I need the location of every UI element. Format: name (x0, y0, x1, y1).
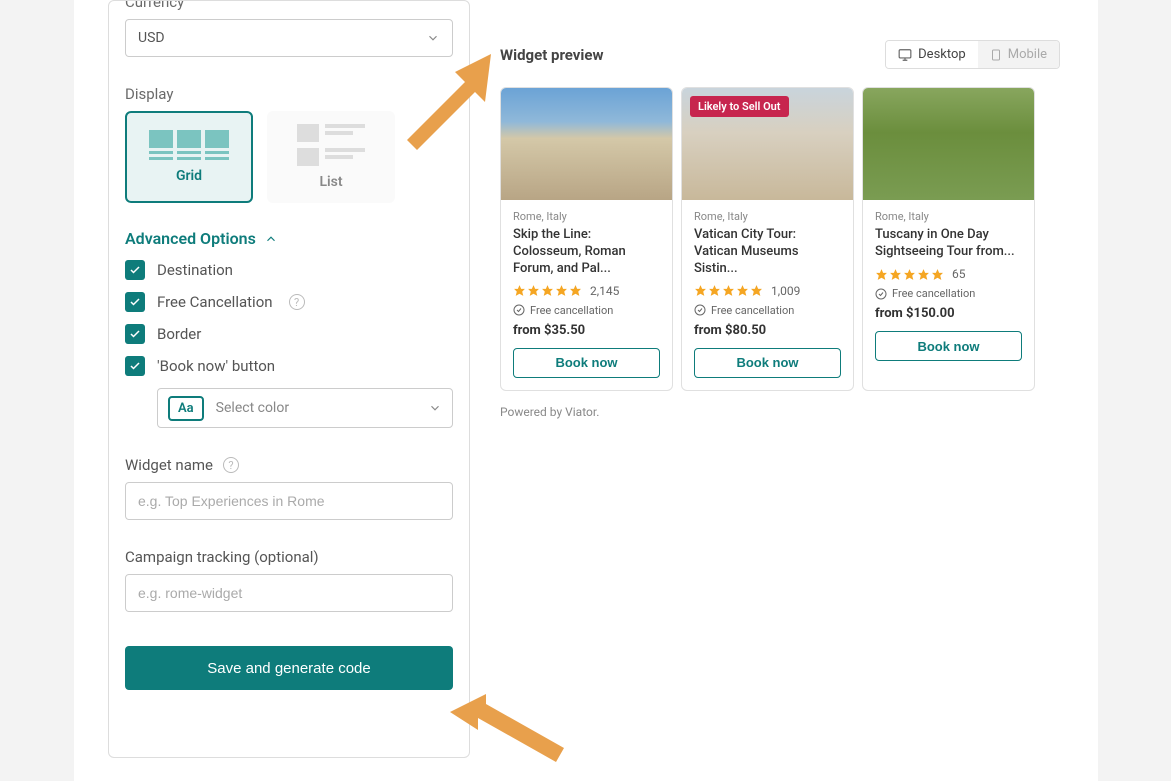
free-cancellation-tag: Free cancellation (513, 304, 660, 317)
review-count: 65 (952, 267, 966, 281)
product-title: Vatican City Tour: Vatican Museums Sisti… (694, 227, 841, 278)
display-option-list[interactable]: List (267, 111, 395, 203)
campaign-tracking-input[interactable] (125, 574, 453, 612)
product-price: from $150.00 (875, 306, 1022, 321)
advanced-options-title: Advanced Options (125, 229, 256, 248)
destination-label: Destination (157, 261, 233, 279)
currency-value: USD (138, 30, 165, 46)
powered-by: Powered by Viator. (500, 405, 1060, 419)
campaign-tracking-label: Campaign tracking (optional) (125, 548, 319, 566)
widget-name-label: Widget name (125, 456, 213, 474)
product-image (501, 88, 672, 200)
product-location: Rome, Italy (513, 210, 660, 223)
display-grid-label: Grid (176, 168, 202, 184)
grid-layout-icon (149, 130, 229, 160)
product-card: Rome, Italy Skip the Line: Colosseum, Ro… (500, 87, 673, 391)
free-cancellation-checkbox[interactable] (125, 292, 145, 312)
preview-cards: Rome, Italy Skip the Line: Colosseum, Ro… (500, 87, 1060, 391)
check-circle-icon (875, 288, 887, 300)
book-now-button[interactable]: Book now (513, 348, 660, 378)
chevron-up-icon (264, 232, 278, 246)
mobile-label: Mobile (1008, 47, 1047, 62)
chevron-down-icon (428, 401, 442, 415)
product-card: Rome, Italy Tuscany in One Day Sightseei… (862, 87, 1035, 391)
free-cancellation-tag: Free cancellation (875, 287, 1022, 300)
book-now-label: 'Book now' button (157, 357, 275, 375)
star-rating (513, 284, 582, 297)
list-layout-icon (297, 124, 365, 166)
help-icon[interactable]: ? (289, 294, 305, 310)
product-title: Tuscany in One Day Sightseeing Tour from… (875, 227, 1022, 261)
mobile-icon (990, 49, 1002, 61)
widget-name-input[interactable] (125, 482, 453, 520)
sell-out-badge: Likely to Sell Out (690, 96, 789, 117)
save-generate-button[interactable]: Save and generate code (125, 646, 453, 690)
star-rating (875, 268, 944, 281)
display-list-label: List (319, 174, 342, 190)
desktop-toggle[interactable]: Desktop (886, 41, 978, 68)
color-placeholder: Select color (216, 400, 289, 416)
book-now-button[interactable]: Book now (875, 331, 1022, 361)
display-options: Grid List (125, 111, 453, 203)
check-circle-icon (513, 304, 525, 316)
display-label: Display (125, 85, 453, 103)
preview-title: Widget preview (500, 46, 604, 64)
free-cancellation-label: Free Cancellation (157, 293, 273, 311)
product-price: from $35.50 (513, 323, 660, 338)
config-sidebar: Currency USD Display Grid List (108, 0, 470, 758)
product-card: Likely to Sell Out Rome, Italy Vatican C… (681, 87, 854, 391)
product-price: from $80.50 (694, 323, 841, 338)
product-title: Skip the Line: Colosseum, Roman Forum, a… (513, 227, 660, 278)
review-count: 2,145 (590, 284, 619, 298)
destination-checkbox[interactable] (125, 260, 145, 280)
preview-device-toggle: Desktop Mobile (885, 40, 1060, 69)
review-count: 1,009 (771, 284, 800, 298)
border-label: Border (157, 325, 201, 343)
chevron-down-icon (426, 31, 440, 45)
star-rating (694, 284, 763, 297)
mobile-toggle[interactable]: Mobile (978, 41, 1059, 68)
advanced-options-toggle[interactable]: Advanced Options (125, 229, 453, 248)
product-image: Likely to Sell Out (682, 88, 853, 200)
check-circle-icon (694, 304, 706, 316)
widget-preview: Widget preview Desktop Mobile Rome, Ital… (500, 40, 1060, 419)
currency-select[interactable]: USD (125, 19, 453, 57)
desktop-label: Desktop (918, 47, 966, 62)
currency-label: Currency (125, 0, 453, 11)
product-image (863, 88, 1034, 200)
display-option-grid[interactable]: Grid (125, 111, 253, 203)
product-location: Rome, Italy (694, 210, 841, 223)
product-location: Rome, Italy (875, 210, 1022, 223)
border-checkbox[interactable] (125, 324, 145, 344)
book-now-checkbox[interactable] (125, 356, 145, 376)
help-icon[interactable]: ? (223, 457, 239, 473)
free-cancellation-tag: Free cancellation (694, 304, 841, 317)
color-preview-badge: Aa (168, 396, 204, 421)
color-select[interactable]: Aa Select color (157, 388, 453, 428)
book-now-button[interactable]: Book now (694, 348, 841, 378)
desktop-icon (898, 48, 912, 62)
